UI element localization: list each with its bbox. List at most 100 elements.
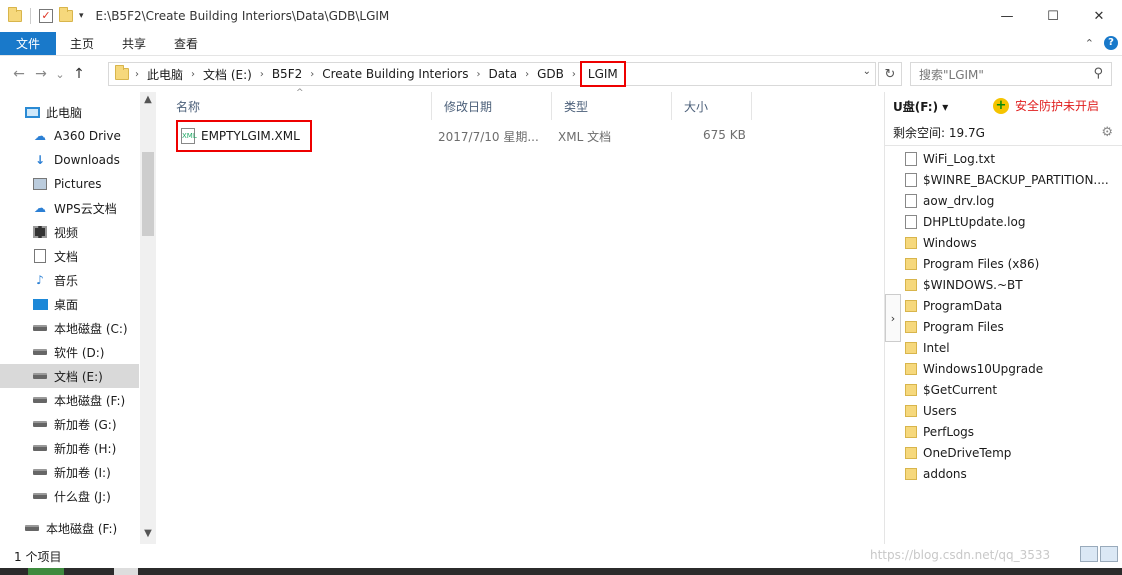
customize-qa-icon[interactable]: ▾: [79, 11, 84, 21]
breadcrumb-item[interactable]: 文档 (E:): [203, 66, 252, 83]
nav-item-downloads[interactable]: ↓ Downloads: [0, 148, 139, 172]
nav-item-drive-j[interactable]: 什么盘 (J:): [0, 484, 139, 508]
list-item[interactable]: WiFi_Log.txt: [905, 148, 1115, 169]
up-button[interactable]: ↑: [68, 66, 90, 82]
tab-home[interactable]: 主页: [56, 32, 108, 55]
folder-icon: [905, 362, 917, 375]
list-item[interactable]: DHPLtUpdate.log: [905, 211, 1115, 232]
nav-item-this-pc[interactable]: 此电脑: [0, 100, 139, 124]
recent-locations-button[interactable]: ⌄: [52, 68, 68, 81]
nav-item-drive-i[interactable]: 新加卷 (I:): [0, 460, 139, 484]
chevron-right-icon[interactable]: ›: [191, 69, 195, 80]
list-item[interactable]: aow_drv.log: [905, 190, 1115, 211]
file-name-highlight[interactable]: XML EMPTYLGIM.XML: [176, 120, 312, 152]
breadcrumb-item[interactable]: GDB: [537, 67, 564, 81]
forward-button[interactable]: →: [30, 66, 52, 82]
back-button[interactable]: ←: [8, 66, 30, 82]
nav-item-drive-g[interactable]: 新加卷 (G:): [0, 412, 139, 436]
nav-scrollbar[interactable]: ▲ ▼: [140, 92, 156, 544]
chevron-right-icon[interactable]: ›: [476, 69, 480, 80]
list-item[interactable]: Windows: [905, 232, 1115, 253]
nav-item-drive-d[interactable]: 软件 (D:): [0, 340, 139, 364]
nav-item-label: 本地磁盘 (C:): [54, 321, 128, 336]
folder-icon: [905, 404, 917, 417]
refresh-button[interactable]: ↻: [878, 62, 902, 86]
nav-item-documents[interactable]: 文档: [0, 244, 139, 268]
scroll-down-icon[interactable]: ▼: [140, 528, 156, 539]
nav-item-a360[interactable]: ☁ A360 Drive: [0, 124, 139, 148]
search-icon[interactable]: ⚲: [1093, 66, 1103, 81]
list-item[interactable]: PerfLogs: [905, 421, 1115, 442]
new-folder-icon[interactable]: [59, 7, 73, 22]
list-item[interactable]: $GetCurrent: [905, 379, 1115, 400]
taskbar-app[interactable]: [28, 568, 64, 575]
tab-file[interactable]: 文件: [0, 32, 56, 55]
chevron-right-icon[interactable]: ›: [525, 69, 529, 80]
maximize-button[interactable]: ☐: [1030, 0, 1076, 32]
breadcrumb-current[interactable]: LGIM: [579, 61, 626, 87]
list-item[interactable]: Program Files (x86): [905, 253, 1115, 274]
large-icons-view-icon[interactable]: [1100, 546, 1118, 562]
nav-item-videos[interactable]: 视频: [0, 220, 139, 244]
nav-item-drive-h[interactable]: 新加卷 (H:): [0, 436, 139, 460]
scroll-thumb[interactable]: [142, 152, 154, 236]
nav-item-drive-c[interactable]: 本地磁盘 (C:): [0, 316, 139, 340]
breadcrumb-item[interactable]: B5F2: [272, 67, 302, 81]
properties-icon[interactable]: ✓: [39, 9, 53, 23]
safety-status[interactable]: + 安全防护未开启: [993, 97, 1099, 114]
item-label: DHPLtUpdate.log: [923, 214, 1026, 229]
list-item[interactable]: Program Files: [905, 316, 1115, 337]
item-label: Windows10Upgrade: [923, 361, 1044, 376]
chevron-right-icon[interactable]: ›: [572, 69, 576, 80]
details-view-icon[interactable]: [1080, 546, 1098, 562]
list-item[interactable]: Intel: [905, 337, 1115, 358]
gear-icon[interactable]: ⚙: [1101, 125, 1113, 140]
column-header-type[interactable]: 类型: [552, 92, 672, 120]
chevron-right-icon[interactable]: ›: [310, 69, 314, 80]
address-bar[interactable]: › 此电脑 › 文档 (E:) › B5F2 › Create Building…: [108, 61, 876, 87]
folder-icon: [8, 7, 22, 22]
expand-ribbon-icon[interactable]: ⌃: [1085, 37, 1094, 50]
nav-item-pictures[interactable]: Pictures: [0, 172, 139, 196]
tab-share[interactable]: 共享: [108, 32, 160, 55]
chevron-right-icon[interactable]: ›: [135, 69, 139, 80]
search-input[interactable]: 搜索"LGIM" ⚲: [910, 62, 1112, 86]
folder-icon: [905, 278, 917, 291]
list-item[interactable]: $WINDOWS.~BT: [905, 274, 1115, 295]
breadcrumb-item[interactable]: Create Building Interiors: [322, 67, 468, 81]
breadcrumb-item[interactable]: 此电脑: [147, 66, 183, 83]
list-item[interactable]: ProgramData: [905, 295, 1115, 316]
nav-item-label: A360 Drive: [54, 129, 121, 143]
item-label: Intel: [923, 340, 950, 355]
nav-item-drive-e[interactable]: 文档 (E:): [0, 364, 139, 388]
chevron-down-icon[interactable]: ⌄: [863, 66, 871, 77]
preview-toggle-button[interactable]: ›: [885, 294, 901, 342]
list-item[interactable]: Windows10Upgrade: [905, 358, 1115, 379]
nav-item-drive-f[interactable]: 本地磁盘 (F:): [0, 388, 139, 412]
minimize-button[interactable]: —: [984, 0, 1030, 32]
nav-item-music[interactable]: ♪ 音乐: [0, 268, 139, 292]
list-item[interactable]: addons: [905, 463, 1115, 484]
list-item[interactable]: OneDriveTemp: [905, 442, 1115, 463]
document-icon: [32, 249, 48, 263]
pictures-icon: [32, 177, 48, 191]
nav-item-wps-cloud[interactable]: ☁ WPS云文档: [0, 196, 139, 220]
chevron-right-icon[interactable]: ›: [260, 69, 264, 80]
file-row[interactable]: XML EMPTYLGIM.XML 2017/7/10 星期... XML 文档…: [176, 120, 876, 152]
column-header-name[interactable]: 名称: [164, 92, 432, 120]
column-header-date[interactable]: 修改日期: [432, 92, 552, 120]
file-icon: [905, 172, 917, 187]
help-icon[interactable]: ?: [1104, 36, 1118, 50]
close-button[interactable]: ✕: [1076, 0, 1122, 32]
column-header-size[interactable]: 大小: [672, 92, 752, 120]
tab-view[interactable]: 查看: [160, 32, 212, 55]
drive-selector[interactable]: U盘(F:) ▾: [893, 98, 948, 115]
taskbar-app[interactable]: [114, 568, 138, 575]
scroll-up-icon[interactable]: ▲: [140, 94, 156, 105]
nav-item-desktop[interactable]: 桌面: [0, 292, 139, 316]
drive-icon: [24, 521, 40, 535]
list-item[interactable]: Users: [905, 400, 1115, 421]
breadcrumb-item[interactable]: Data: [488, 67, 517, 81]
nav-item-usb-f[interactable]: 本地磁盘 (F:): [0, 516, 139, 540]
list-item[interactable]: $WINRE_BACKUP_PARTITION....: [905, 169, 1115, 190]
